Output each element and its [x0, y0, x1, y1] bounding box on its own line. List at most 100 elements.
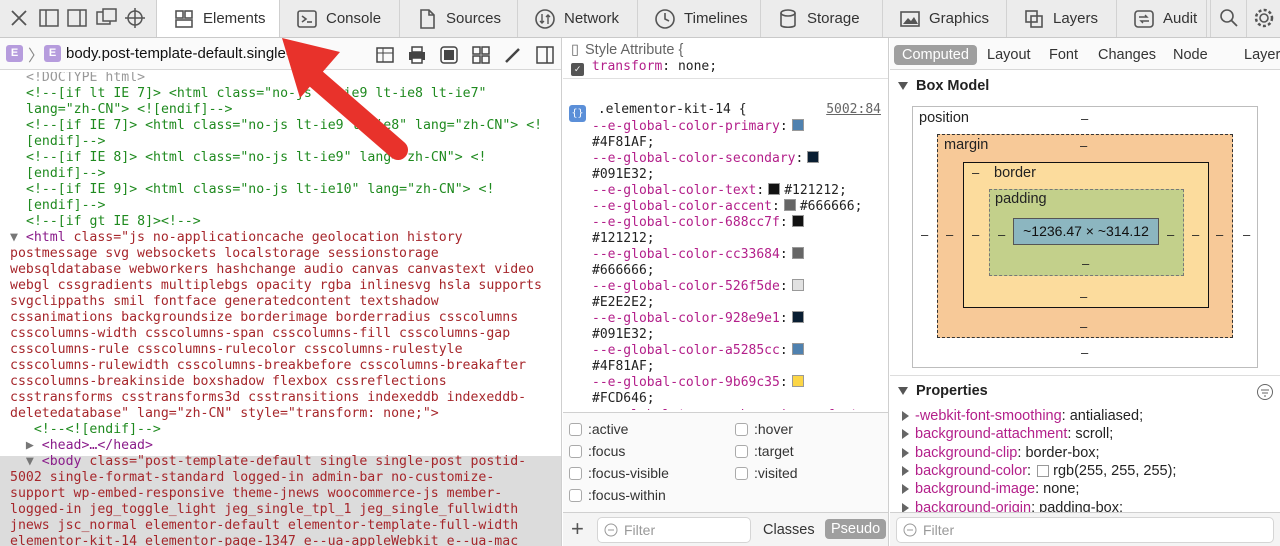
dark-mode-icon[interactable] [438, 44, 460, 66]
dom-tree-line[interactable]: <!--[if gt IE 8]><!--> [0, 214, 561, 230]
dom-tree-line[interactable]: svgclippaths smil fontface generatedcont… [0, 294, 561, 310]
dom-tree-line[interactable]: [endif]--> [0, 134, 561, 150]
tab-elements[interactable]: Elements [156, 0, 280, 37]
dom-tree-line[interactable]: <!--[if IE 8]> <html class="no-js lt-ie9… [0, 150, 561, 166]
tab-timelines[interactable]: Timelines [638, 0, 761, 37]
tab-network[interactable]: Network [518, 0, 638, 37]
computed-filter-input[interactable]: Filter [896, 517, 1274, 543]
dom-tree-line[interactable]: [endif]--> [0, 166, 561, 182]
color-swatch-icon[interactable] [783, 199, 796, 211]
tab-layers[interactable]: Layers [1007, 0, 1117, 37]
dom-tree-line[interactable]: <!DOCTYPE html> [0, 72, 561, 86]
styles-filter-input[interactable]: Filter [597, 517, 751, 543]
pseudo-button[interactable]: Pseudo [825, 519, 887, 539]
color-swatch-icon[interactable] [791, 215, 804, 227]
css-variable[interactable]: --e-global-color-primary: [563, 119, 888, 135]
checkbox-icon[interactable] [735, 444, 748, 458]
color-swatch-icon[interactable] [791, 375, 804, 387]
dom-tree-line[interactable]: elementor-kit-14 elementor-page-1347 e--… [0, 534, 561, 546]
disclosure-triangle-icon[interactable] [902, 484, 909, 495]
style-prop-name[interactable]: transform [592, 59, 662, 74]
color-swatch-icon[interactable] [791, 279, 804, 291]
pseudo-toggle-focus[interactable]: :focus [569, 443, 625, 459]
pseudo-toggle-visited[interactable]: :visited [735, 465, 798, 481]
css-variable[interactable]: --e-global-color-text: #121212; [563, 183, 888, 199]
grid-overlay-icon[interactable] [374, 44, 396, 66]
tab-console[interactable]: Console [280, 0, 400, 37]
checkbox-icon[interactable] [735, 422, 748, 436]
settings-button[interactable] [1246, 0, 1280, 37]
dom-tree-line[interactable]: [endif]--> [0, 198, 561, 214]
checkbox-icon[interactable] [569, 488, 582, 502]
dom-tree-line[interactable]: <!--[if IE 7]> <html class="no-js lt-ie9… [0, 118, 561, 134]
dom-tree-line[interactable]: ▼ <html class="js no-applicationcache ge… [0, 230, 561, 246]
color-swatch-icon[interactable] [807, 151, 820, 163]
disclosure-triangle-icon[interactable] [902, 447, 909, 458]
dom-tree-line[interactable]: csstransforms csstransforms3d csstransit… [0, 390, 561, 406]
computed-property[interactable]: background-attachment: scroll; [902, 425, 1113, 443]
eyedropper-icon[interactable] [502, 44, 524, 66]
css-variable[interactable]: --e-global-color-a5285cc: [563, 343, 888, 359]
dom-tree-line[interactable]: csscolumns-width csscolumns-span csscolu… [0, 326, 561, 342]
sidebar-tab-layers[interactable]: Layers [1244, 45, 1280, 65]
sidebar-tab-layout[interactable]: Layout [987, 45, 1031, 65]
filter-options-icon[interactable] [1256, 383, 1274, 401]
checkbox-icon[interactable] [569, 422, 582, 436]
pseudo-toggle-focus-visible[interactable]: :focus-visible [569, 465, 669, 481]
layout-grid-icon[interactable] [470, 44, 492, 66]
disclosure-triangle-icon[interactable] [902, 502, 909, 513]
disclosure-triangle-icon[interactable] [902, 411, 909, 421]
dom-tree-line[interactable]: ▶ <head>…</head> [0, 438, 561, 454]
tab-sources[interactable]: Sources [400, 0, 518, 37]
sidebar-tab-font[interactable]: Font [1049, 45, 1078, 65]
dom-tree-line[interactable]: support wp-embed-responsive theme-jnews … [0, 486, 561, 502]
color-swatch-icon[interactable] [791, 343, 804, 355]
tab-storage[interactable]: Storage [761, 0, 883, 37]
dom-tree-line[interactable]: webgl cssgradients multiplebgs opacity r… [0, 278, 561, 294]
sidebar-tab-computed[interactable]: Computed [894, 45, 977, 65]
pseudo-toggle-target[interactable]: :target [735, 443, 794, 459]
dom-tree[interactable]: <!DOCTYPE html> <!--[if lt IE 7]> <html c… [0, 72, 561, 546]
computed-property[interactable]: background-image: none; [902, 480, 1079, 498]
dom-tree-line[interactable]: <!--[if IE 9]> <html class="no-js lt-ie1… [0, 182, 561, 198]
computed-property[interactable]: background-clip: border-box; [902, 444, 1100, 462]
css-variable[interactable]: --e-global-color-secondary: [563, 151, 888, 167]
dom-tree-line[interactable]: websqldatabase webworkers hashchange aud… [0, 262, 561, 278]
disclosure-triangle-icon[interactable] [902, 465, 909, 476]
css-variable[interactable]: --e-global-color-9b69c35: [563, 375, 888, 391]
tab-audit[interactable]: Audit [1117, 0, 1207, 37]
search-button[interactable] [1210, 0, 1246, 37]
close-icon[interactable] [6, 4, 32, 32]
style-prop-value[interactable]: none; [678, 59, 717, 74]
checkbox-icon[interactable] [569, 466, 582, 480]
dom-tree-line[interactable]: lang="zh-CN"> <![endif]--> [0, 102, 561, 118]
sidebar-tab-changes[interactable]: Changes [1098, 45, 1156, 65]
dom-tree-line[interactable]: logged-in jeg_toggle_light jeg_single_tp… [0, 502, 561, 518]
dom-tree-line[interactable]: csscolumns-breakinside boxshadow flexbox… [0, 374, 561, 390]
dom-tree-line[interactable]: csscolumns-rule csscolumns-rulecolor css… [0, 342, 561, 358]
element-picker-icon[interactable] [122, 4, 148, 32]
color-swatch-icon[interactable] [791, 311, 804, 323]
box-model-content[interactable]: ~1236.47 × ~314.12 [1013, 218, 1159, 245]
checkbox-checked-icon[interactable]: ✓ [571, 63, 584, 76]
dom-tree-line[interactable]: ▼ <body class="post-template-default sin… [0, 454, 561, 470]
css-variable[interactable]: --e-global-color-cc33684: [563, 247, 888, 263]
css-variable[interactable]: --e-global-color-526f5de: [563, 279, 888, 295]
dock-side-icon[interactable] [64, 4, 90, 32]
dom-tree-line[interactable]: <!--[if lt IE 7]> <html class="no-js lt-… [0, 86, 561, 102]
toggle-sidebar-icon[interactable] [534, 44, 556, 66]
checkbox-icon[interactable] [569, 444, 582, 458]
color-swatch-icon[interactable] [1037, 464, 1050, 477]
tab-graphics[interactable]: Graphics [883, 0, 1007, 37]
css-variable[interactable]: --e-global-color-accent: #666666; [563, 199, 888, 215]
add-rule-button[interactable]: + [571, 516, 584, 542]
dom-tree-line[interactable]: <!--<![endif]--> [0, 422, 561, 438]
color-swatch-icon[interactable] [791, 119, 804, 131]
checkbox-icon[interactable] [735, 466, 748, 480]
computed-property[interactable]: background-color: rgb(255, 255, 255); [902, 462, 1176, 480]
color-swatch-icon[interactable] [791, 247, 804, 259]
dom-tree-line[interactable]: csscolumns-rulewidth csscolumns-breakbef… [0, 358, 561, 374]
dom-tree-line[interactable]: 5002 single-format-standard logged-in ad… [0, 470, 561, 486]
undock-icon[interactable] [94, 4, 120, 32]
rule-selector[interactable]: .elementor-kit-14 { [598, 102, 747, 117]
